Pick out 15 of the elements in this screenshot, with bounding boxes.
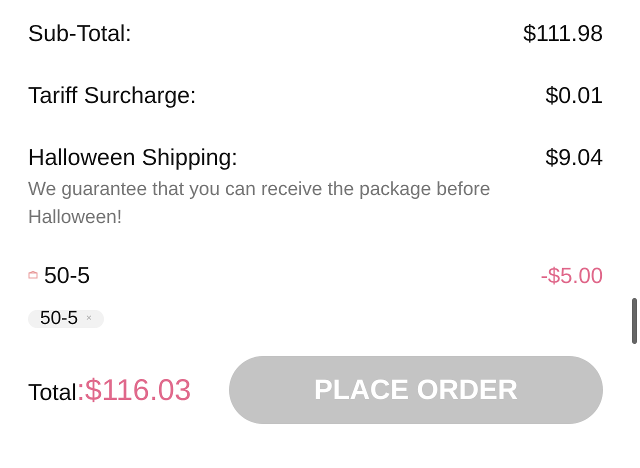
shipping-note: We guarantee that you can receive the package before Halloween! [28, 178, 492, 230]
summary-label: Halloween Shipping: [28, 142, 238, 172]
scrollbar-thumb[interactable] [632, 298, 637, 344]
total-label: Total [28, 378, 77, 406]
summary-value: $111.98 [523, 18, 603, 48]
summary-label: Sub-Total: [28, 18, 132, 48]
total-amount: :$116.03 [76, 372, 192, 408]
coupon-code: 50-5 [44, 260, 90, 290]
remove-tag-button[interactable]: × [86, 314, 92, 324]
coupon-icon [28, 271, 38, 279]
tag-label: 50-5 [40, 306, 78, 331]
summary-value: $0.01 [545, 80, 603, 110]
summary-label: Tariff Surcharge: [28, 80, 196, 110]
summary-value: $9.04 [545, 142, 603, 172]
coupon-discount: -$5.00 [540, 262, 603, 290]
